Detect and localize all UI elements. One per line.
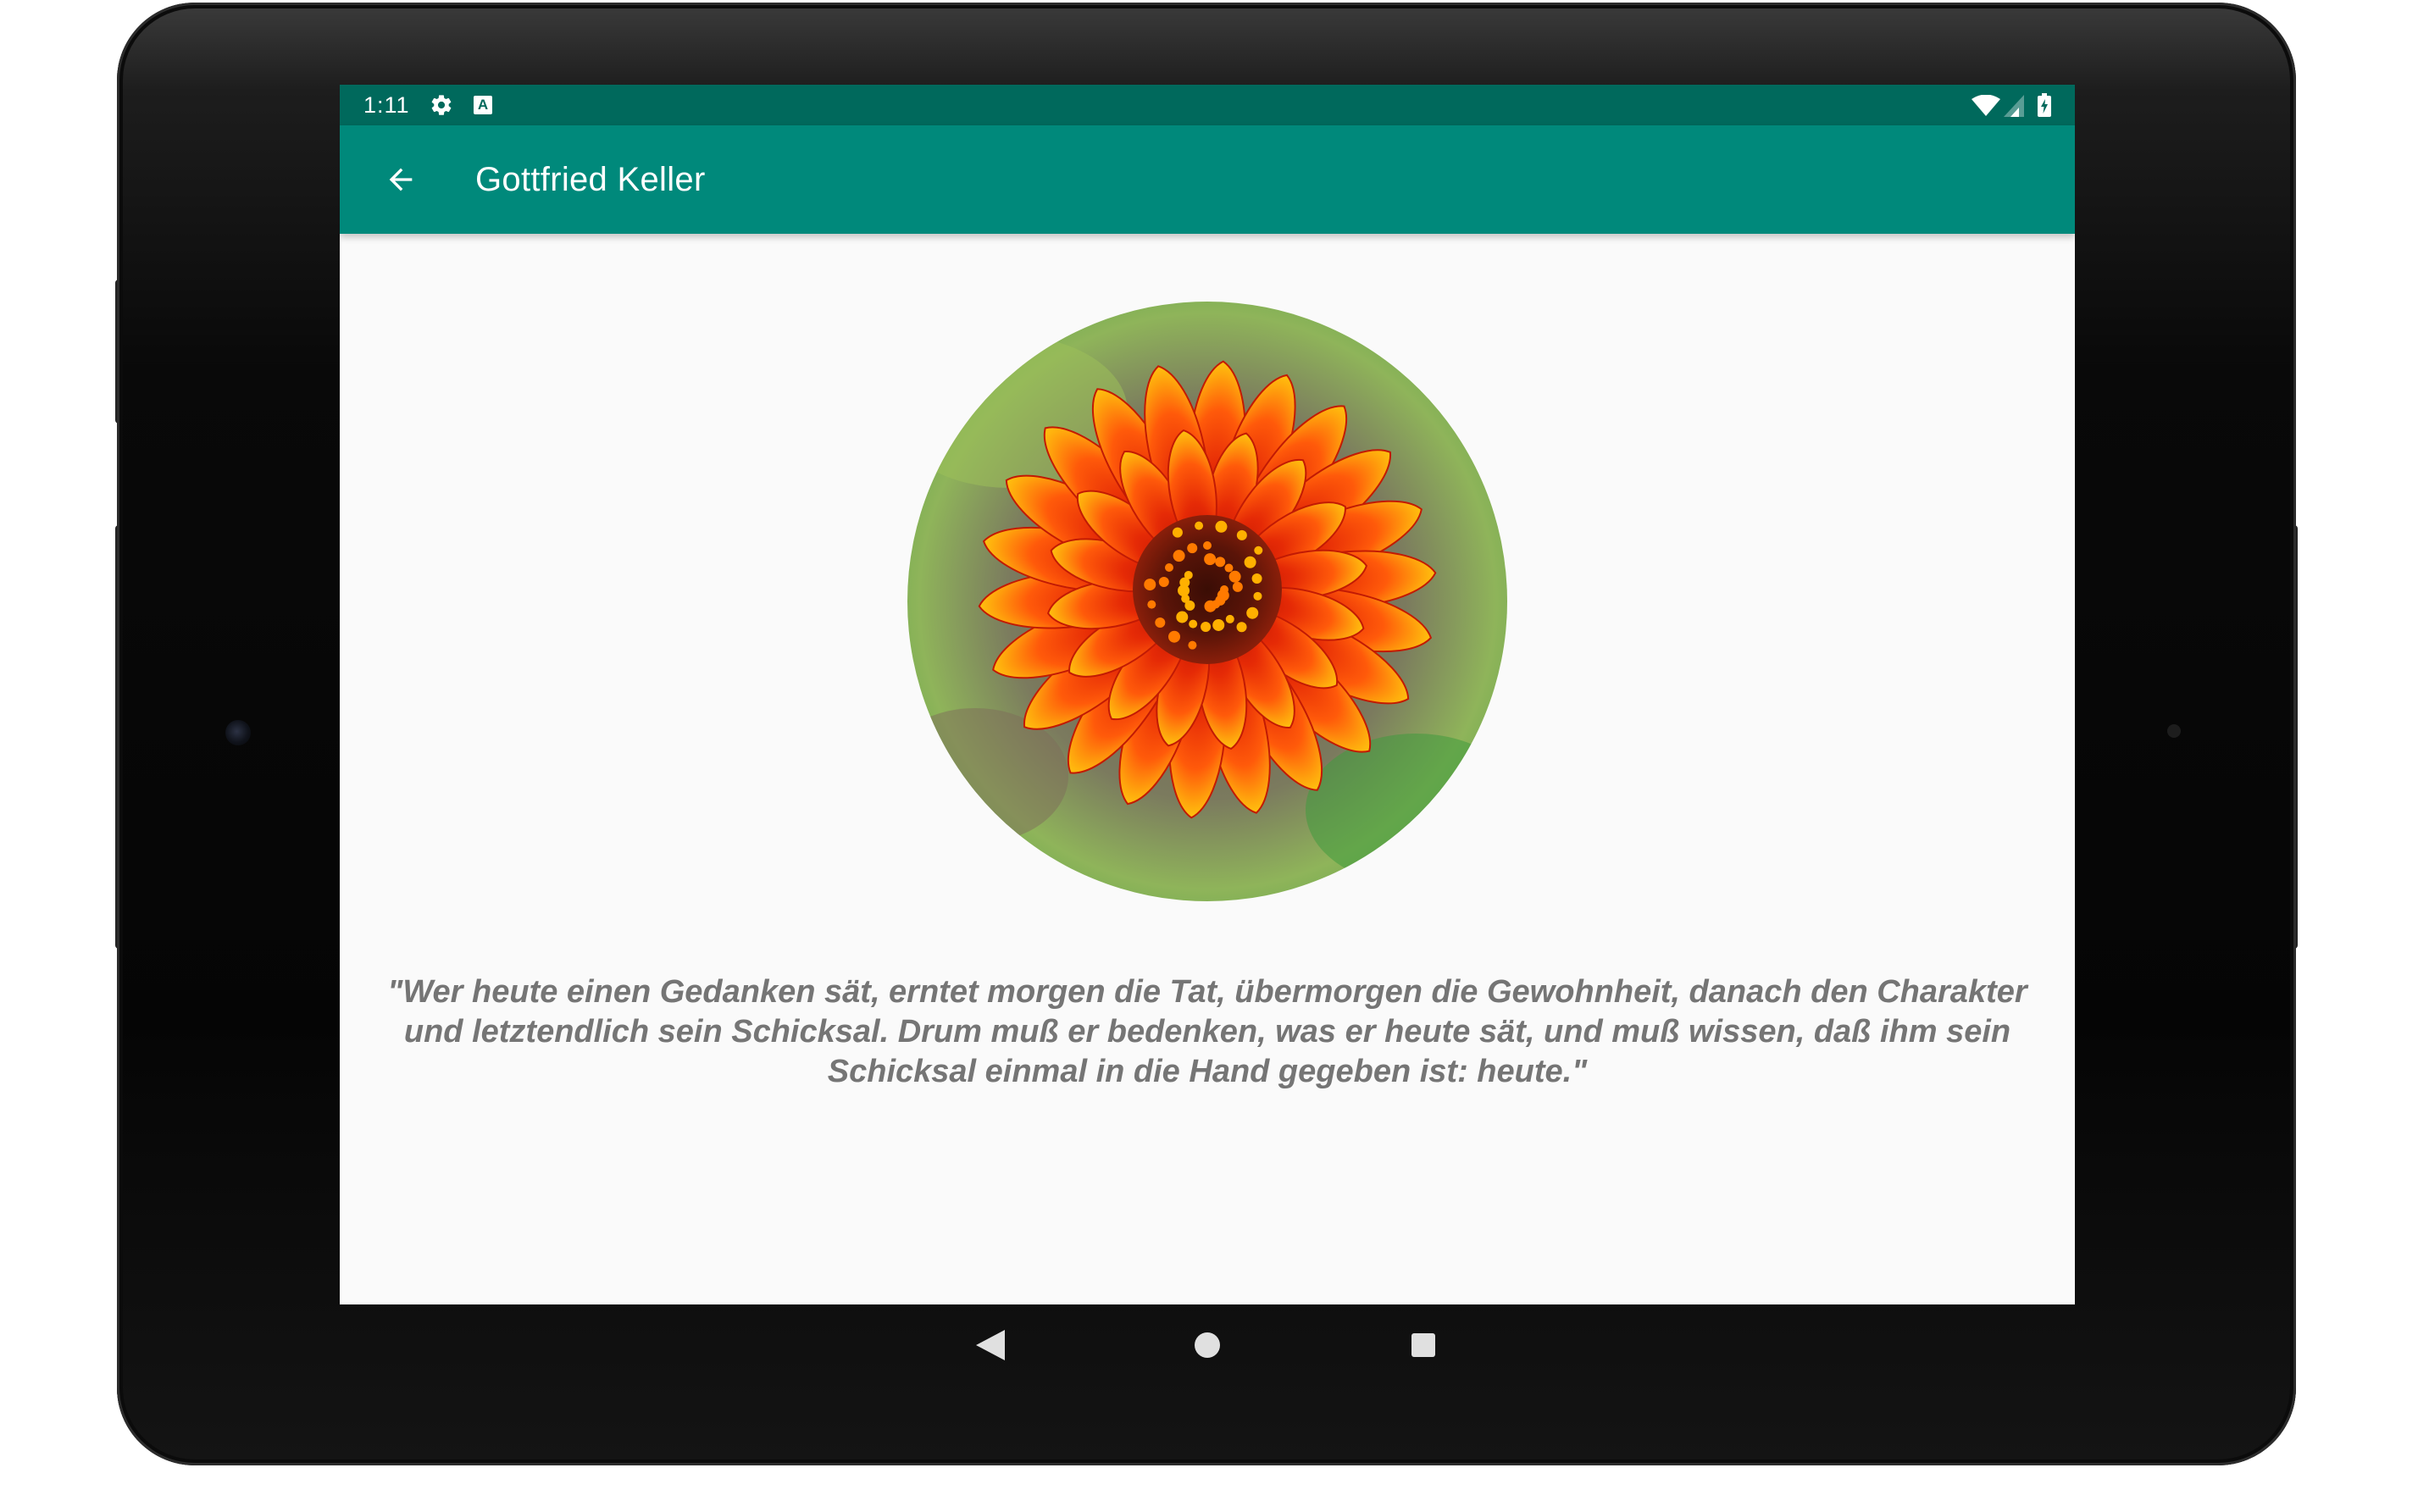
flower-stamen	[1158, 576, 1169, 587]
arrow-back-icon	[389, 168, 413, 191]
front-camera	[225, 720, 251, 745]
proximity-sensor	[2167, 724, 2181, 738]
battery-charging-icon	[2038, 93, 2051, 117]
flower-stamen	[1236, 622, 1247, 633]
flower-stamen	[1189, 619, 1198, 629]
status-bar: 1:11 A	[340, 85, 2075, 125]
back-button[interactable]	[374, 152, 428, 207]
flower-stamen	[1204, 553, 1217, 566]
tablet-screen: 1:11 A Gottfried Keller "Wer heute einen…	[340, 85, 2075, 1304]
flower-stamen	[1254, 546, 1263, 555]
flower-stamen	[1201, 621, 1212, 632]
flower-illustration	[907, 302, 1507, 901]
flower-stamen	[1173, 550, 1185, 562]
flower-stamen	[1204, 600, 1217, 612]
nav-back-icon[interactable]	[976, 1330, 1005, 1360]
flower-stamen	[1172, 527, 1183, 538]
flower-image	[907, 302, 1507, 901]
flower-stamen	[1212, 618, 1225, 631]
flower-stamen	[1228, 570, 1241, 583]
flower-stamen	[1147, 600, 1156, 609]
flower-stamen	[1155, 618, 1166, 629]
page-title: Gottfried Keller	[475, 161, 706, 198]
wifi-icon	[1972, 94, 2000, 117]
flower-stamen	[1251, 573, 1262, 584]
flower-stamen	[1195, 521, 1204, 530]
quote-text: "Wer heute einen Gedanken sät, erntet mo…	[387, 974, 2027, 1089]
nav-home-icon[interactable]	[1195, 1332, 1220, 1358]
flower-stamen	[1215, 520, 1228, 533]
flower-stamen	[1187, 543, 1198, 554]
flower-stamen	[1167, 630, 1180, 643]
flower-stamen	[1253, 591, 1262, 601]
flower-stamen	[1244, 556, 1256, 568]
flower-stamen	[1224, 563, 1234, 573]
flower-stamen	[1225, 614, 1234, 623]
flower-stamen	[1184, 570, 1193, 579]
cell-signal-icon	[2004, 95, 2024, 117]
nav-recents-icon[interactable]	[1411, 1333, 1435, 1357]
flower-stamen	[1188, 640, 1197, 650]
app-bar: Gottfried Keller	[340, 125, 2075, 234]
flower-stamen	[1246, 606, 1259, 619]
flower-stamen	[1215, 557, 1226, 568]
gear-icon	[430, 93, 453, 117]
flower-stamen	[1232, 581, 1243, 592]
flower-stamen	[1164, 563, 1173, 572]
screenshot-page: 1:11 A Gottfried Keller "Wer heute einen…	[0, 0, 2418, 1512]
flower-stamen	[1144, 579, 1156, 591]
a-badge-icon: A	[474, 96, 492, 114]
quote-content: "Wer heute einen Gedanken sät, erntet mo…	[340, 234, 2075, 1304]
flower-stamen	[1236, 529, 1247, 540]
flower-stamen	[1203, 541, 1212, 550]
flower-stamen	[1176, 611, 1189, 623]
status-time: 1:11	[363, 92, 410, 118]
